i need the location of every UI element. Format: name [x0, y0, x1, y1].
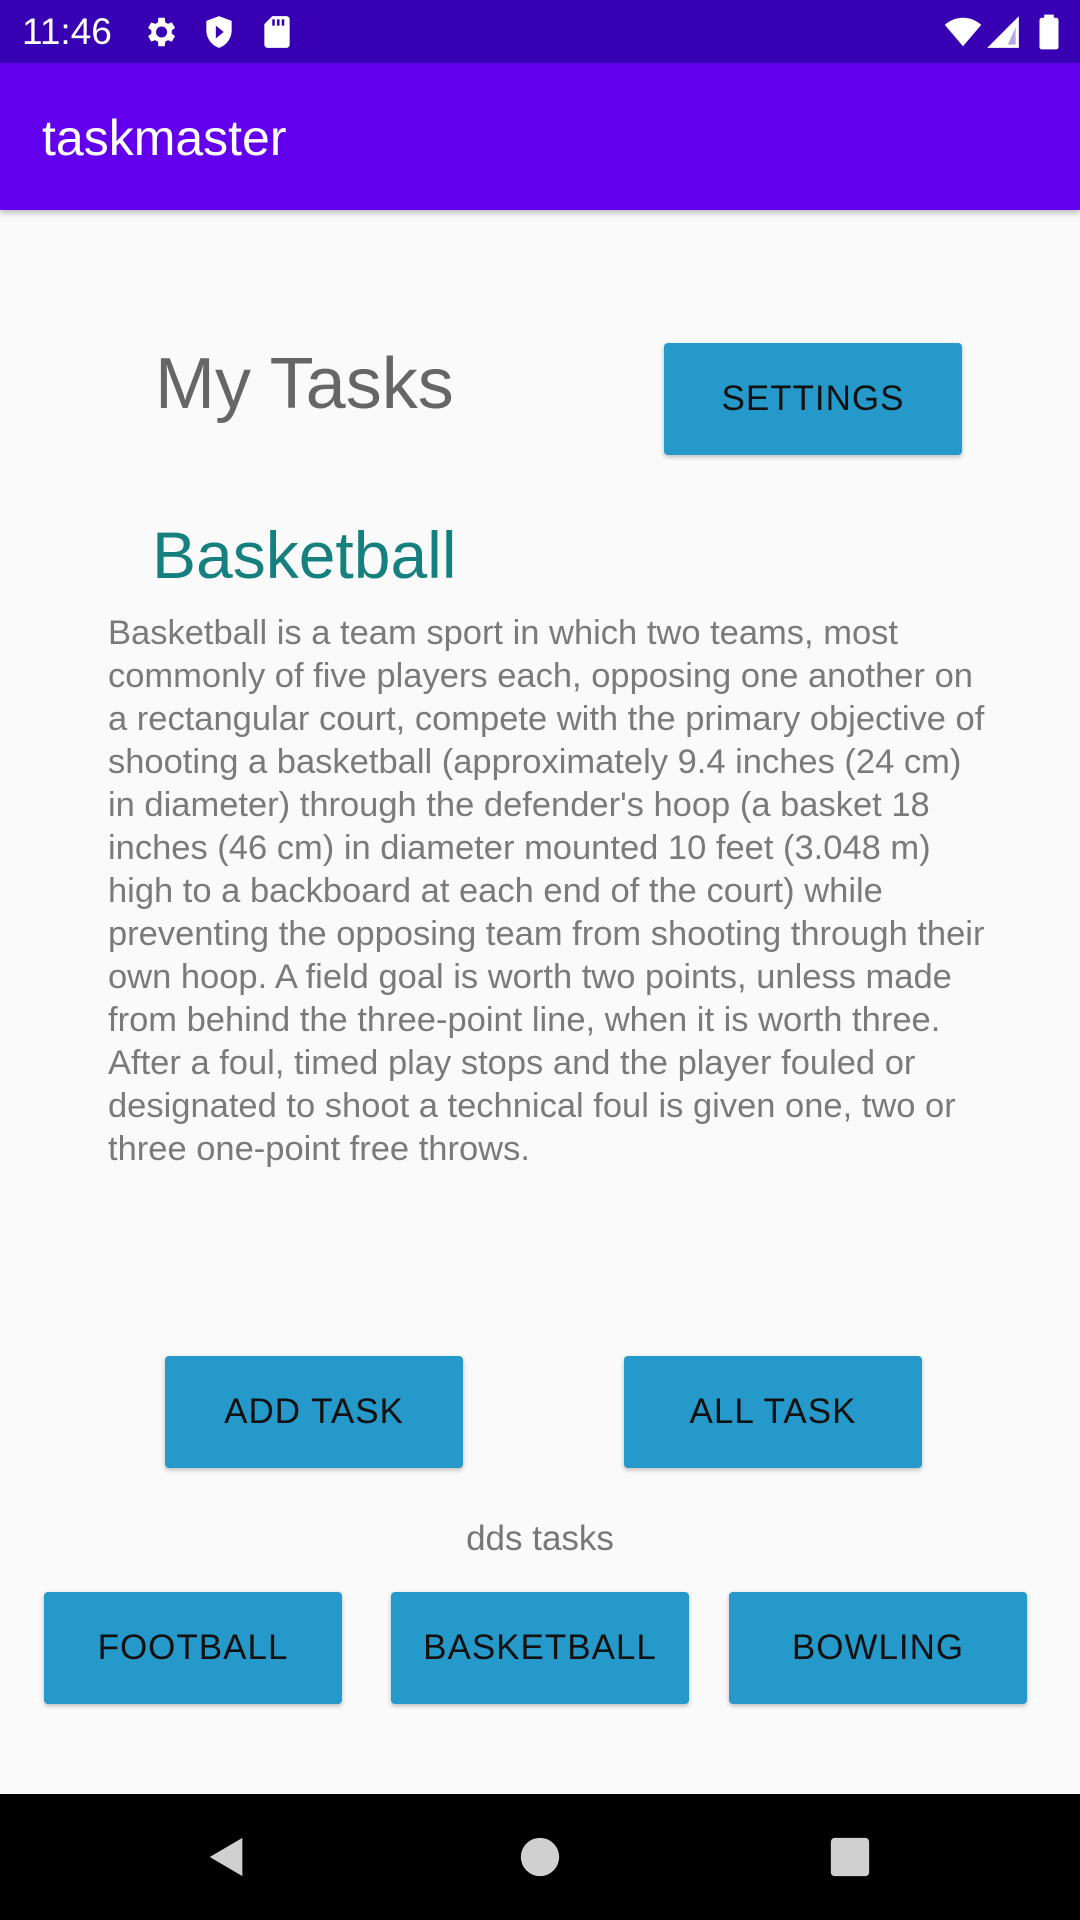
- status-bar: 11:46: [0, 0, 1080, 63]
- task-title: Basketball: [152, 518, 457, 592]
- add-task-button[interactable]: ADD TASK: [165, 1356, 463, 1468]
- navigation-bar: [0, 1794, 1080, 1920]
- app-bar: taskmaster: [0, 63, 1080, 210]
- bowling-button[interactable]: BOWLING: [729, 1592, 1027, 1704]
- task-description: Basketball is a team sport in which two …: [108, 614, 985, 1168]
- sd-card-icon: [264, 16, 290, 48]
- wifi-icon: [944, 17, 982, 47]
- signal-icon: [987, 16, 1019, 48]
- section-label: dds tasks: [466, 1519, 614, 1558]
- all-task-button[interactable]: ALL TASK: [624, 1356, 922, 1468]
- recents-icon[interactable]: [827, 1834, 873, 1880]
- basketball-button[interactable]: BASKETBALL: [391, 1592, 689, 1704]
- screen: 11:46 taskmaster My Tasks SETTINGS Baske…: [0, 0, 1080, 1920]
- football-button[interactable]: FOOTBALL: [44, 1592, 342, 1704]
- status-time: 11:46: [22, 11, 112, 52]
- battery-icon: [1039, 14, 1059, 50]
- back-icon[interactable]: [204, 1834, 250, 1880]
- page-title: My Tasks: [155, 344, 454, 424]
- shield-icon: [206, 16, 232, 48]
- gear-icon: [148, 17, 176, 47]
- app-title: taskmaster: [42, 110, 287, 166]
- home-icon[interactable]: [517, 1834, 563, 1880]
- settings-button[interactable]: SETTINGS: [664, 343, 962, 455]
